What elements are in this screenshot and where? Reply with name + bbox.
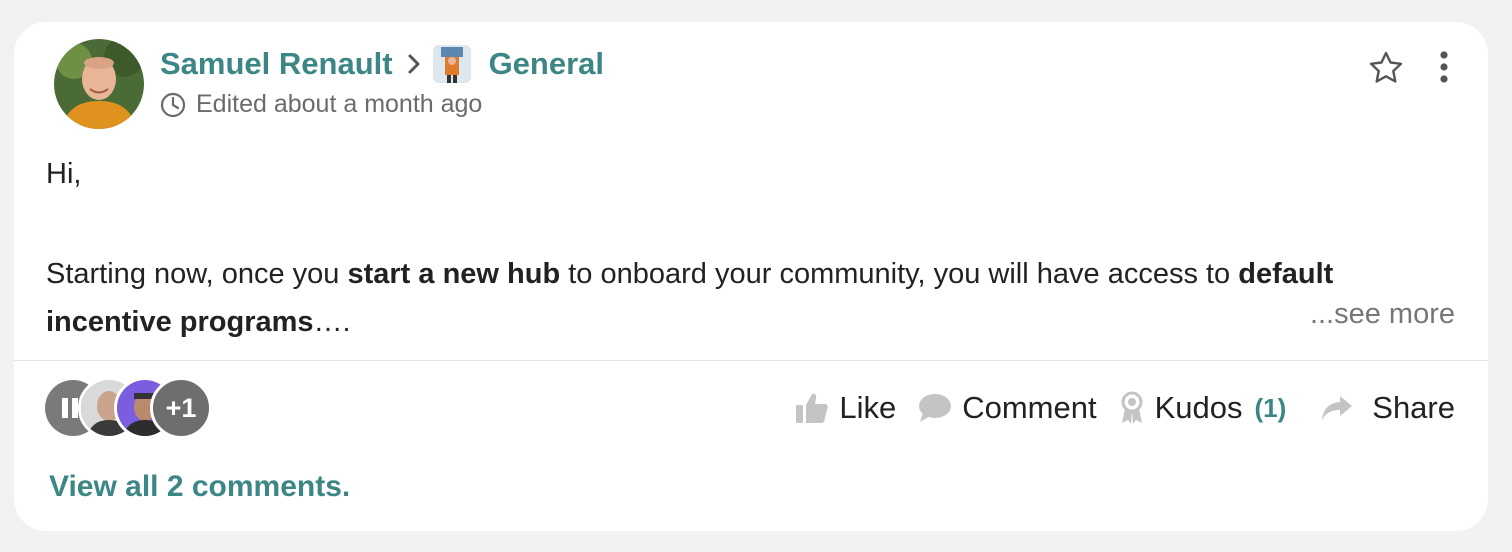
divider — [14, 360, 1488, 361]
view-all-comments-link[interactable]: View all 2 comments. — [49, 470, 350, 504]
channel-icon — [432, 45, 471, 83]
edited-timestamp: Edited about a month ago — [196, 90, 483, 118]
comment-bubble-icon — [918, 393, 952, 423]
clock-icon — [160, 92, 186, 118]
reactors-more-count[interactable]: +1 — [150, 377, 212, 439]
like-label: Like — [839, 390, 897, 425]
share-button[interactable]: Share — [1320, 390, 1455, 426]
kudos-count: (1) — [1254, 392, 1287, 423]
post-text-ellipsis: …. — [313, 306, 351, 338]
reactors-stack[interactable]: +1 — [42, 377, 222, 439]
star-icon[interactable] — [1368, 50, 1404, 84]
post-greeting: Hi, — [46, 158, 82, 190]
post-text: Starting now, once you — [46, 258, 348, 290]
comment-button[interactable]: Comment — [918, 390, 1097, 426]
like-button[interactable]: Like — [795, 390, 896, 426]
share-label: Share — [1372, 390, 1455, 425]
author-name[interactable]: Samuel Renault — [160, 46, 393, 82]
post-body: Hi, Starting now, once you start a new h… — [46, 150, 1376, 346]
more-vertical-icon[interactable] — [1438, 50, 1450, 84]
thumbs-up-icon — [795, 392, 829, 424]
post-actions: Like Comment Kudos (1) Share — [773, 386, 1455, 430]
chevron-right-icon — [407, 53, 421, 75]
post-text-bold: start a new hub — [347, 258, 561, 290]
share-arrow-icon — [1320, 394, 1354, 422]
kudos-label: Kudos — [1154, 390, 1243, 425]
see-more-link[interactable]: ...see more — [1310, 298, 1455, 331]
channel-name[interactable]: General — [489, 46, 604, 82]
kudos-button[interactable]: Kudos (1) — [1119, 390, 1287, 426]
comment-label: Comment — [962, 390, 1097, 425]
author-avatar[interactable] — [54, 39, 144, 129]
award-icon — [1119, 391, 1145, 425]
post-text: to onboard your community, you will have… — [560, 258, 1239, 290]
post-card: Samuel Renault General Edited about a mo… — [14, 22, 1488, 531]
